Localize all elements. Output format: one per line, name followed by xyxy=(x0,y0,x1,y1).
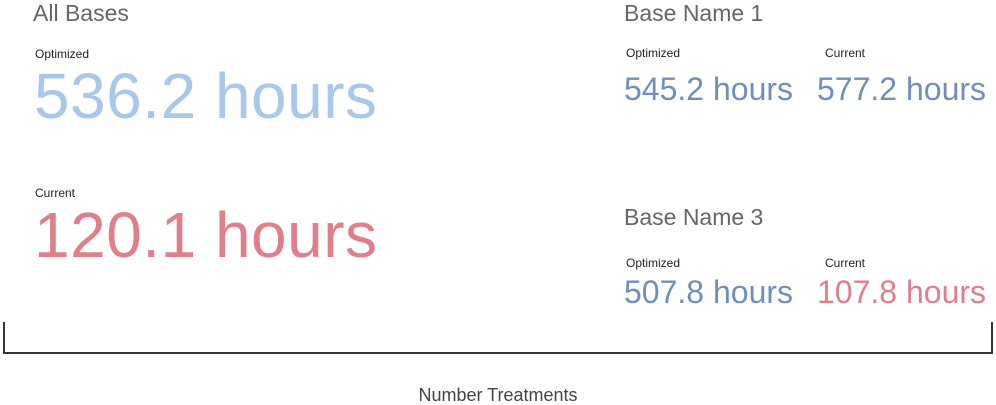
base-1-optimized-label: Optimized xyxy=(626,46,681,60)
base-3-current-label: Current xyxy=(825,256,866,270)
all-bases-optimized-label: Optimized xyxy=(35,47,90,61)
base-3-current-value: 107.8 hours xyxy=(817,274,987,310)
all-bases-title: All Bases xyxy=(33,0,129,26)
footer-label: Number Treatments xyxy=(418,385,578,405)
base-1-title: Base Name 1 xyxy=(624,0,764,26)
base-1-current-value: 577.2 hours xyxy=(817,71,987,107)
all-bases-optimized-value: 536.2 hours xyxy=(34,60,378,132)
base-3-title: Base Name 3 xyxy=(624,204,764,230)
base-1-current-label: Current xyxy=(825,46,866,60)
group-bracket xyxy=(3,322,993,354)
base-3-optimized-label: Optimized xyxy=(626,256,681,270)
all-bases-current-value: 120.1 hours xyxy=(34,199,378,271)
all-bases-current-label: Current xyxy=(35,186,76,200)
base-3-optimized-value: 507.8 hours xyxy=(624,274,794,310)
base-1-optimized-value: 545.2 hours xyxy=(624,71,794,107)
